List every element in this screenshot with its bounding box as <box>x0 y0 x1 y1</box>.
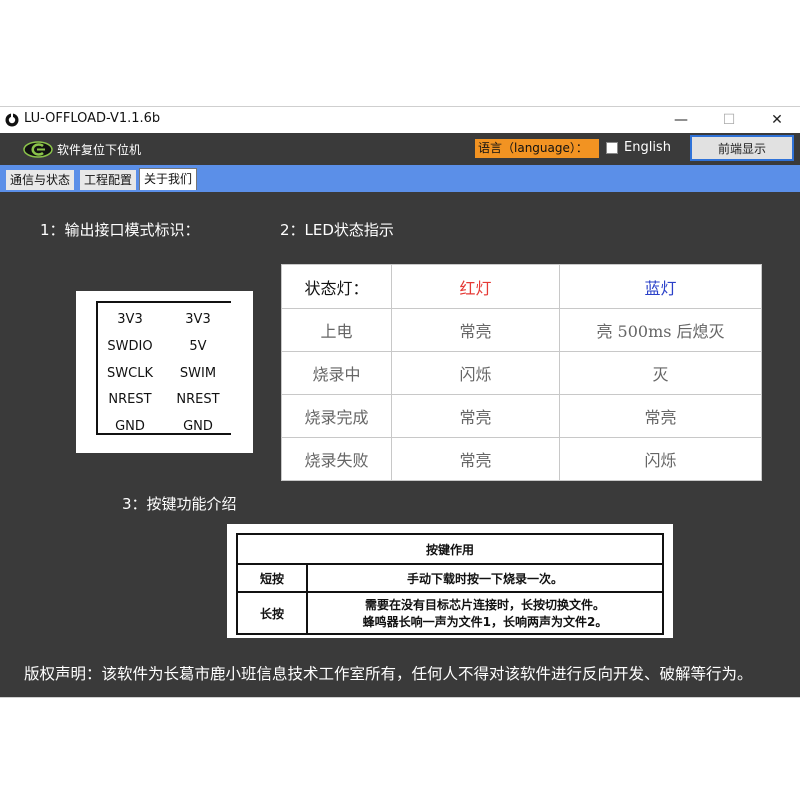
key-short-press: 短按 <box>236 563 308 593</box>
app-window: LU-OFFLOAD-V1.1.6b — ☐ ✕ 软件复位下位机 语言（lang… <box>0 106 800 698</box>
table-row: 烧录中 闪烁 灭 <box>281 351 762 395</box>
key-function-table: 按键作用 短按 手动下载时按一下烧录一次。 长按 需要在没有目标芯片连接时，长按… <box>236 533 664 635</box>
language-label: 语言（language）： <box>475 139 599 158</box>
table-row: 按键作用 <box>236 533 664 565</box>
led-header-red: 红灯 <box>391 264 560 309</box>
led-red-value: 常亮 <box>391 308 560 352</box>
table-row: 上电 常亮 亮 500ms 后熄灭 <box>281 308 762 352</box>
tab-about-us[interactable]: 关于我们 <box>139 168 198 190</box>
english-label[interactable]: English <box>624 140 671 155</box>
app-logo-icon <box>5 113 19 127</box>
led-red-value: 常亮 <box>391 394 560 438</box>
title-bar: LU-OFFLOAD-V1.1.6b — ☐ ✕ <box>0 107 800 133</box>
pin-right-3: SWIM <box>179 366 217 381</box>
led-blue-value: 亮 500ms 后熄灭 <box>559 308 762 352</box>
pin-right-1: 3V3 <box>185 312 211 327</box>
pin-right-2: 5V <box>189 339 207 354</box>
table-row: 状态灯： 红灯 蓝灯 <box>281 264 762 309</box>
tab-project-config[interactable]: 工程配置 <box>80 170 137 190</box>
pin-right-4: NREST <box>176 392 220 407</box>
table-row: 烧录完成 常亮 常亮 <box>281 394 762 438</box>
led-state: 烧录失败 <box>281 437 392 481</box>
key-table-title: 按键作用 <box>236 533 664 565</box>
key-long-press: 长按 <box>236 591 308 635</box>
english-checkbox[interactable] <box>606 142 618 154</box>
led-red-value: 闪烁 <box>391 351 560 395</box>
pin-left-2: SWDIO <box>107 339 153 354</box>
led-red-value: 常亮 <box>391 437 560 481</box>
tab-comm-status[interactable]: 通信与状态 <box>6 170 75 190</box>
close-button[interactable]: ✕ <box>754 107 800 133</box>
interface-section-title: 1：输出接口模式标识： <box>40 221 200 239</box>
copyright-notice: 版权声明：该软件为长葛市鹿小班信息技术工作室所有，任何人不得对该软件进行反向开发… <box>24 665 753 683</box>
led-state: 上电 <box>281 308 392 352</box>
key-long-desc-line2: 蜂鸣器长响一声为文件1，长响两声为文件2。 <box>362 615 608 629</box>
table-row: 烧录失败 常亮 闪烁 <box>281 437 762 481</box>
pin-left-1: 3V3 <box>117 312 143 327</box>
brand-label: 软件复位下位机 <box>57 143 142 157</box>
pinout-diagram: 3V3 SWDIO SWCLK NREST GND 3V3 5V SWIM NR… <box>76 291 253 453</box>
table-row: 短按 手动下载时按一下烧录一次。 <box>236 563 664 593</box>
key-function-diagram: 按键作用 短按 手动下载时按一下烧录一次。 长按 需要在没有目标芯片连接时，长按… <box>227 524 673 638</box>
led-blue-value: 闪烁 <box>559 437 762 481</box>
minimize-button[interactable]: — <box>658 107 704 133</box>
key-long-desc-line1: 需要在没有目标芯片连接时，长按切换文件。 <box>364 598 605 612</box>
window-title: LU-OFFLOAD-V1.1.6b <box>24 111 161 126</box>
table-row: 长按 需要在没有目标芯片连接时，长按切换文件。 蜂鸣器长响一声为文件1，长响两声… <box>236 591 664 635</box>
front-display-button[interactable]: 前端显示 <box>690 135 794 161</box>
led-blue-value: 灭 <box>559 351 762 395</box>
brand-logo-icon <box>23 141 53 158</box>
pin-left-5: GND <box>115 419 145 434</box>
pin-left-3: SWCLK <box>107 366 153 381</box>
led-blue-value: 常亮 <box>559 394 762 438</box>
maximize-button[interactable]: ☐ <box>706 107 752 133</box>
pin-right-5: GND <box>183 419 213 434</box>
key-long-desc: 需要在没有目标芯片连接时，长按切换文件。 蜂鸣器长响一声为文件1，长响两声为文件… <box>306 591 664 635</box>
led-header-label: 状态灯： <box>281 264 392 309</box>
key-section-title: 3：按键功能介绍 <box>122 495 237 513</box>
led-status-table: 状态灯： 红灯 蓝灯 上电 常亮 亮 500ms 后熄灭 烧录中 闪烁 灭 烧录… <box>281 264 762 481</box>
about-panel: 1：输出接口模式标识： 2：LED状态指示 3：按键功能介绍 3V3 SWDIO… <box>4 192 796 695</box>
app-header: 软件复位下位机 语言（language）： English 前端显示 <box>0 133 800 165</box>
led-state: 烧录中 <box>281 351 392 395</box>
led-header-blue: 蓝灯 <box>559 264 762 309</box>
key-short-desc: 手动下载时按一下烧录一次。 <box>306 563 664 593</box>
led-state: 烧录完成 <box>281 394 392 438</box>
tab-bar: 通信与状态 工程配置 关于我们 <box>0 165 800 192</box>
pin-left-4: NREST <box>108 392 152 407</box>
led-section-title: 2：LED状态指示 <box>280 221 394 239</box>
